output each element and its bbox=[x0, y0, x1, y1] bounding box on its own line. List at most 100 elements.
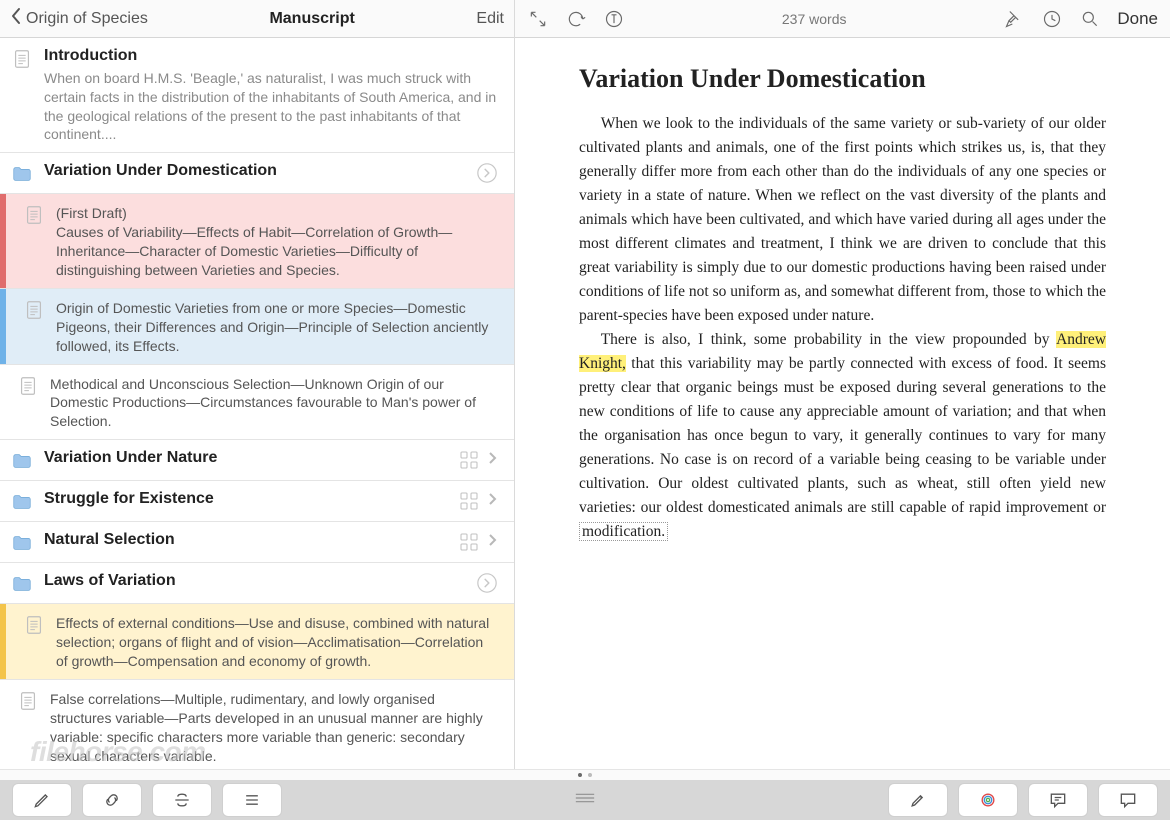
binder-pane: Origin of Species Manuscript Edit Introd… bbox=[0, 0, 515, 769]
corkboard-icon[interactable] bbox=[460, 492, 478, 510]
binder-header: Origin of Species Manuscript Edit bbox=[0, 0, 514, 38]
binder-folder-row[interactable]: Natural Selection bbox=[0, 522, 514, 563]
folder-icon bbox=[11, 491, 33, 513]
bottom-toolbar bbox=[0, 780, 1170, 820]
binder-document-row[interactable]: (First Draft)Causes of Variability—Effec… bbox=[0, 194, 514, 289]
binder-folder-row[interactable]: Variation Under Domestication bbox=[0, 153, 514, 194]
row-body: Methodical and Unconscious Selection—Unk… bbox=[50, 373, 504, 432]
document-icon bbox=[11, 48, 33, 70]
done-button[interactable]: Done bbox=[1117, 9, 1158, 29]
word-count: 237 words bbox=[782, 11, 847, 27]
binder-document-row[interactable]: IntroductionWhen on board H.M.S. 'Beagle… bbox=[0, 38, 514, 153]
folder-icon bbox=[11, 450, 33, 472]
row-title: Introduction bbox=[44, 46, 498, 67]
row-body: Struggle for Existence bbox=[44, 489, 460, 510]
row-body: Origin of Domestic Varieties from one or… bbox=[56, 297, 504, 356]
color-label bbox=[0, 604, 6, 679]
row-title: Struggle for Existence bbox=[44, 489, 454, 510]
row-trailing bbox=[476, 572, 504, 594]
history-icon[interactable] bbox=[1041, 8, 1063, 30]
row-trailing bbox=[460, 451, 504, 470]
row-title: Variation Under Domestication bbox=[44, 161, 470, 182]
editor-body[interactable]: Variation Under Domestication When we lo… bbox=[515, 38, 1170, 769]
p2-text-a: There is also, I think, some probability… bbox=[601, 331, 1056, 348]
panes: Origin of Species Manuscript Edit Introd… bbox=[0, 0, 1170, 769]
sync-icon[interactable] bbox=[565, 8, 587, 30]
chevron-right-icon[interactable] bbox=[488, 533, 498, 552]
binder-document-row[interactable]: Origin of Domestic Varieties from one or… bbox=[0, 289, 514, 365]
paragraph-1: When we look to the individuals of the s… bbox=[579, 112, 1106, 328]
page-dot bbox=[578, 773, 582, 777]
page-dot bbox=[588, 773, 592, 777]
row-subtitle: False correlations—Multiple, rudimentary… bbox=[50, 690, 498, 766]
p2-text-b: that this variability may be partly conn… bbox=[579, 355, 1106, 516]
chevron-right-icon[interactable] bbox=[488, 492, 498, 511]
binder-list[interactable]: IntroductionWhen on board H.M.S. 'Beagle… bbox=[0, 38, 514, 769]
document-icon bbox=[17, 690, 39, 712]
color-button[interactable] bbox=[958, 783, 1018, 817]
document-title: Variation Under Domestication bbox=[579, 64, 1106, 94]
row-body: False correlations—Multiple, rudimentary… bbox=[50, 688, 504, 766]
row-title: Variation Under Nature bbox=[44, 448, 454, 469]
folder-icon bbox=[11, 532, 33, 554]
back-button[interactable]: Origin of Species bbox=[10, 7, 148, 30]
strikethrough-button[interactable] bbox=[152, 783, 212, 817]
page-indicator bbox=[0, 769, 1170, 780]
editor-pane: 237 words Done Variation Under Domestica… bbox=[515, 0, 1170, 769]
paragraph-2: There is also, I think, some probability… bbox=[579, 328, 1106, 544]
disclosure-icon[interactable] bbox=[476, 162, 498, 184]
list-button[interactable] bbox=[222, 783, 282, 817]
row-body: Variation Under Domestication bbox=[44, 161, 476, 182]
edit-button[interactable]: Edit bbox=[476, 10, 504, 28]
chevron-right-icon[interactable] bbox=[488, 451, 498, 470]
back-label: Origin of Species bbox=[26, 10, 148, 28]
link-button[interactable] bbox=[82, 783, 142, 817]
folder-icon bbox=[11, 163, 33, 185]
expand-icon[interactable] bbox=[527, 8, 549, 30]
folder-icon bbox=[11, 573, 33, 595]
chevron-left-icon bbox=[10, 7, 22, 30]
color-label bbox=[0, 194, 6, 288]
pin-icon[interactable] bbox=[1003, 8, 1025, 30]
binder-document-row[interactable]: Methodical and Unconscious Selection—Unk… bbox=[0, 365, 514, 441]
row-body: Natural Selection bbox=[44, 530, 460, 551]
row-body: Variation Under Nature bbox=[44, 448, 460, 469]
row-body: Effects of external conditions—Use and d… bbox=[56, 612, 504, 671]
row-subtitle: When on board H.M.S. 'Beagle,' as natura… bbox=[44, 69, 498, 145]
row-subtitle: Methodical and Unconscious Selection—Unk… bbox=[50, 375, 498, 432]
document-icon bbox=[23, 299, 45, 321]
row-trailing bbox=[460, 492, 504, 511]
row-body: Laws of Variation bbox=[44, 571, 476, 592]
typewriter-icon[interactable] bbox=[603, 8, 625, 30]
binder-title: Manuscript bbox=[148, 10, 477, 28]
document-icon bbox=[23, 614, 45, 636]
grip-icon[interactable] bbox=[574, 791, 596, 810]
highlighter-button[interactable] bbox=[888, 783, 948, 817]
disclosure-icon[interactable] bbox=[476, 572, 498, 594]
row-subtitle: Effects of external conditions—Use and d… bbox=[56, 614, 498, 671]
binder-folder-row[interactable]: Variation Under Nature bbox=[0, 440, 514, 481]
editor-header: 237 words Done bbox=[515, 0, 1170, 38]
binder-folder-row[interactable]: Laws of Variation bbox=[0, 563, 514, 604]
comment-button[interactable] bbox=[1028, 783, 1088, 817]
document-icon bbox=[23, 204, 45, 226]
corkboard-icon[interactable] bbox=[460, 533, 478, 551]
corkboard-icon[interactable] bbox=[460, 451, 478, 469]
row-trailing bbox=[476, 162, 504, 184]
cursor-selection: modification. bbox=[579, 522, 668, 541]
row-trailing bbox=[460, 533, 504, 552]
search-icon[interactable] bbox=[1079, 8, 1101, 30]
row-body: IntroductionWhen on board H.M.S. 'Beagle… bbox=[44, 46, 504, 144]
annotation-button[interactable] bbox=[1098, 783, 1158, 817]
binder-document-row[interactable]: Effects of external conditions—Use and d… bbox=[0, 604, 514, 680]
compose-button[interactable] bbox=[12, 783, 72, 817]
binder-folder-row[interactable]: Struggle for Existence bbox=[0, 481, 514, 522]
row-body: (First Draft)Causes of Variability—Effec… bbox=[56, 202, 504, 280]
toolbar-center bbox=[292, 791, 878, 810]
row-title: Natural Selection bbox=[44, 530, 454, 551]
row-text: (First Draft)Causes of Variability—Effec… bbox=[56, 204, 498, 280]
binder-document-row[interactable]: False correlations—Multiple, rudimentary… bbox=[0, 680, 514, 769]
app-root: Origin of Species Manuscript Edit Introd… bbox=[0, 0, 1170, 820]
color-label bbox=[0, 289, 6, 364]
row-subtitle: Origin of Domestic Varieties from one or… bbox=[56, 299, 498, 356]
